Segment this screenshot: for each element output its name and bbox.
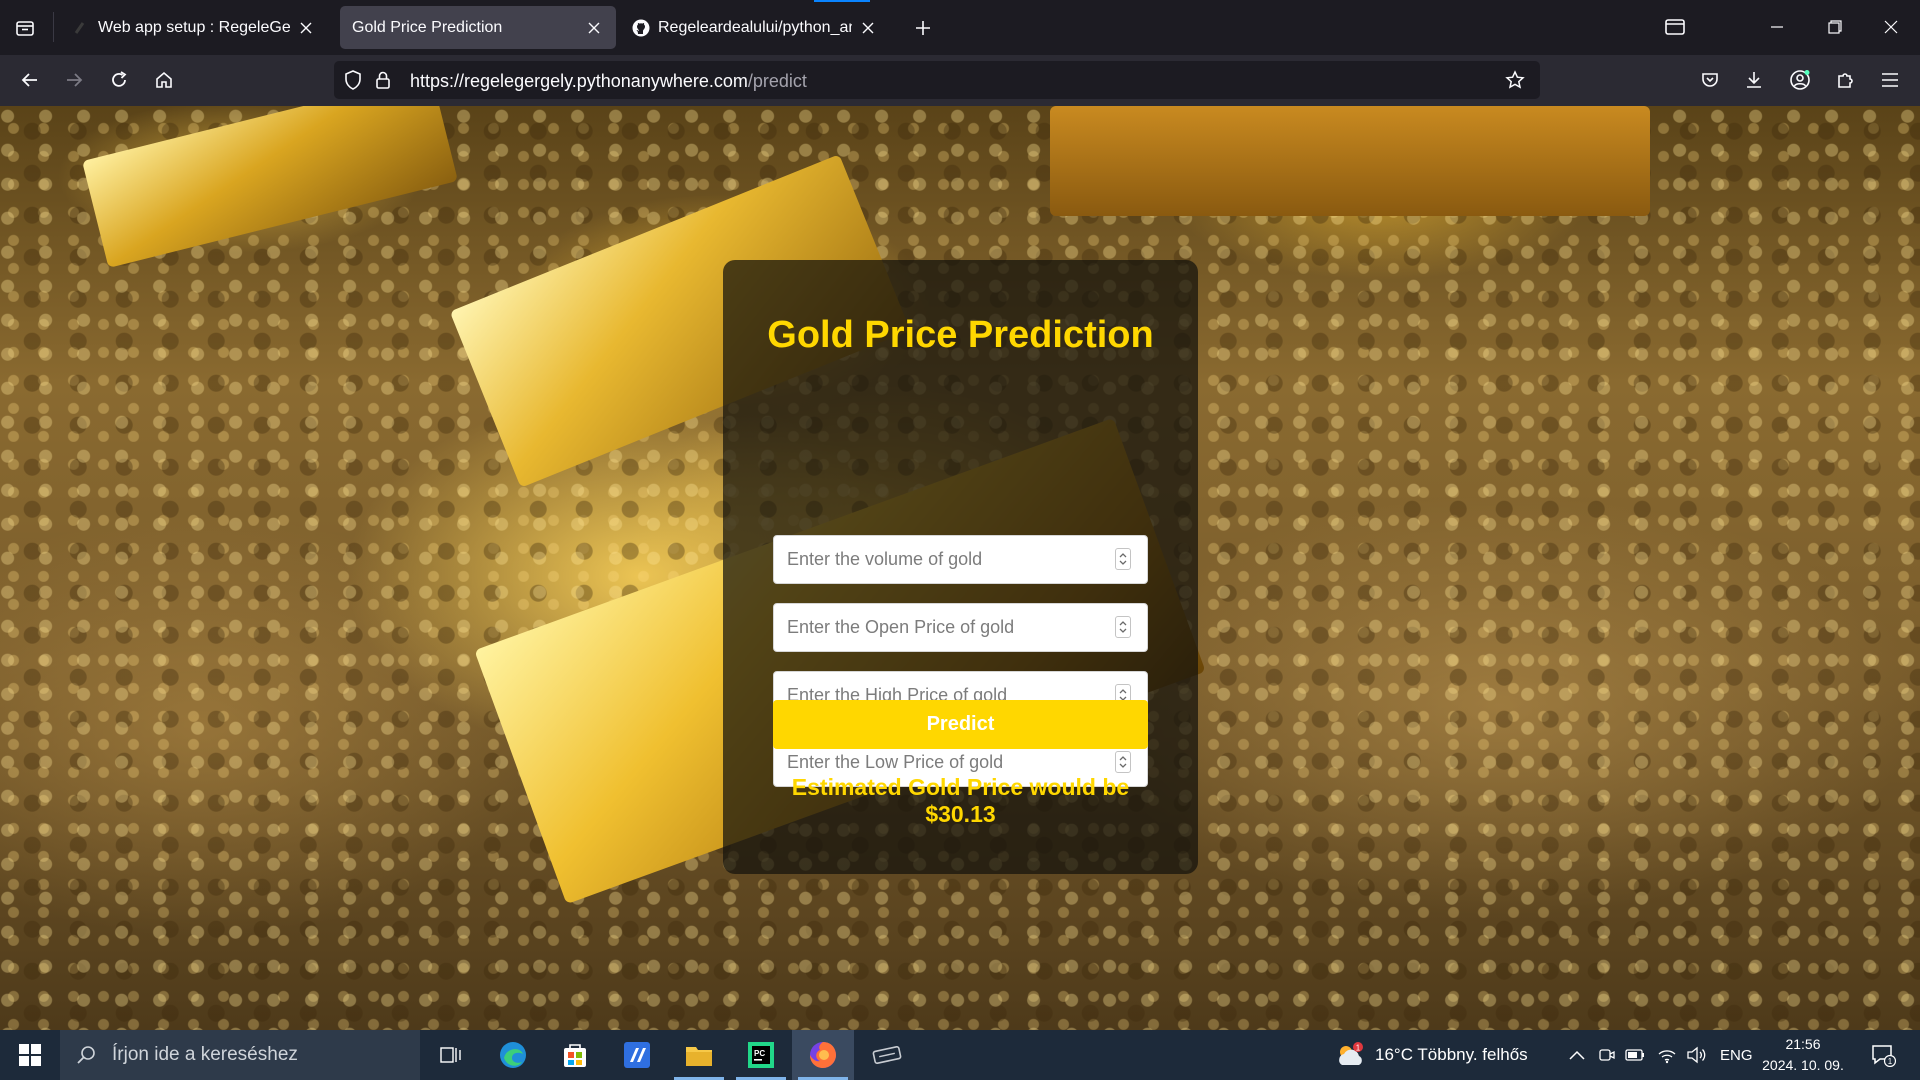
bookmark-star-icon[interactable] xyxy=(1504,69,1526,91)
windows-taskbar: Írjon ide a kereséshez PC 1 16°C Többny.… xyxy=(0,1030,1920,1080)
shield-icon[interactable] xyxy=(342,69,364,91)
close-icon[interactable] xyxy=(858,18,878,38)
downloads-icon[interactable] xyxy=(1736,62,1772,98)
menu-icon[interactable] xyxy=(1872,62,1908,98)
divider xyxy=(53,12,54,42)
windows-start-icon[interactable] xyxy=(0,1030,60,1080)
tab-github-repo[interactable]: Regeleardealului/python_anywh xyxy=(620,6,890,49)
url-path: /predict xyxy=(747,71,807,91)
weather-badge: 1 xyxy=(1356,1044,1361,1053)
tab-web-app-setup[interactable]: Web app setup : RegeleGergely xyxy=(60,6,328,49)
extensions-icon[interactable] xyxy=(1827,62,1863,98)
microsoft-store-icon[interactable] xyxy=(544,1030,606,1080)
tab-overview-icon[interactable] xyxy=(1652,8,1698,46)
result-value: $30.13 xyxy=(925,801,996,827)
pycharm-icon[interactable]: PC xyxy=(730,1030,792,1080)
prediction-result: Estimated Gold Price would be $30.13 xyxy=(723,774,1198,828)
clock-time: 21:56 xyxy=(1785,1036,1821,1052)
open-price-field[interactable] xyxy=(773,603,1148,652)
close-window-button[interactable] xyxy=(1868,8,1914,46)
weather-cloud-icon[interactable]: 1 xyxy=(1334,1040,1366,1070)
github-icon xyxy=(632,19,650,37)
restore-button[interactable] xyxy=(1812,8,1858,46)
page-title: Gold Price Prediction xyxy=(767,314,1154,356)
gold-bar-image xyxy=(1050,106,1650,216)
page-viewport: Gold Price Prediction xyxy=(0,106,1920,1030)
svg-text:PC: PC xyxy=(754,1049,765,1058)
search-icon xyxy=(76,1045,96,1065)
taskbar-search[interactable]: Írjon ide a kereséshez xyxy=(60,1030,420,1080)
search-placeholder: Írjon ide a kereséshez xyxy=(112,1044,298,1065)
forward-button[interactable] xyxy=(56,62,92,98)
visual-studio-code-icon[interactable] xyxy=(606,1030,668,1080)
navigation-toolbar: https://regelegergely.pythonanywhere.com… xyxy=(0,55,1920,106)
url-text: https://regelegergely.pythonanywhere.com… xyxy=(410,71,807,92)
chevron-up-icon[interactable] xyxy=(1565,1043,1589,1067)
predict-button[interactable]: Predict xyxy=(773,700,1148,749)
home-button[interactable] xyxy=(146,62,182,98)
tab-strip: Web app setup : RegeleGergely Gold Price… xyxy=(0,0,1920,55)
close-icon[interactable] xyxy=(296,18,316,38)
meet-now-icon[interactable] xyxy=(1595,1043,1619,1067)
lock-icon[interactable] xyxy=(372,69,394,91)
reload-button[interactable] xyxy=(101,62,137,98)
volume-field[interactable] xyxy=(773,535,1148,584)
back-button[interactable] xyxy=(12,62,48,98)
edge-browser-icon[interactable] xyxy=(482,1030,544,1080)
keyboard-app-icon[interactable] xyxy=(856,1030,918,1080)
clock-date: 2024. 10. 09. xyxy=(1762,1057,1844,1073)
volume-icon[interactable] xyxy=(1684,1043,1708,1067)
url-bar[interactable]: https://regelegergely.pythonanywhere.com… xyxy=(334,61,1540,99)
result-label: Estimated Gold Price would be xyxy=(791,774,1130,800)
language-indicator[interactable]: ENG xyxy=(1720,1030,1753,1080)
media-indicator xyxy=(814,0,870,2)
open-price-input[interactable] xyxy=(774,604,1104,651)
tab-gold-price-prediction[interactable]: Gold Price Prediction xyxy=(340,6,616,49)
number-stepper-icon[interactable] xyxy=(1115,751,1131,773)
tab-title: Gold Price Prediction xyxy=(352,18,503,36)
notification-center-icon[interactable]: 1 xyxy=(1868,1043,1898,1067)
number-stepper-icon[interactable] xyxy=(1115,616,1131,638)
tab-title: Web app setup : RegeleGergely xyxy=(98,18,290,36)
tab-list-icon[interactable] xyxy=(8,12,42,44)
weather-text[interactable]: 16°C Többny. felhős xyxy=(1375,1030,1528,1080)
number-stepper-icon[interactable] xyxy=(1115,548,1131,570)
task-view-icon[interactable] xyxy=(420,1030,482,1080)
new-tab-button[interactable] xyxy=(906,12,940,44)
pocket-icon[interactable] xyxy=(1692,62,1728,98)
clock[interactable]: 21:56 2024. 10. 09. xyxy=(1755,1034,1851,1076)
url-host: https://regelegergely.pythonanywhere.com xyxy=(410,71,748,91)
file-explorer-icon[interactable] xyxy=(668,1030,730,1080)
firefox-icon[interactable] xyxy=(792,1030,854,1080)
tab-title: Regeleardealului/python_anywh xyxy=(658,18,852,36)
notification-count: 1 xyxy=(1888,1057,1893,1066)
account-icon[interactable] xyxy=(1782,62,1818,98)
minimize-button[interactable] xyxy=(1754,8,1800,46)
battery-icon[interactable] xyxy=(1623,1043,1647,1067)
volume-input[interactable] xyxy=(774,536,1104,583)
wifi-icon[interactable] xyxy=(1655,1043,1679,1067)
close-icon[interactable] xyxy=(584,18,604,38)
pythonanywhere-favicon xyxy=(72,19,90,37)
